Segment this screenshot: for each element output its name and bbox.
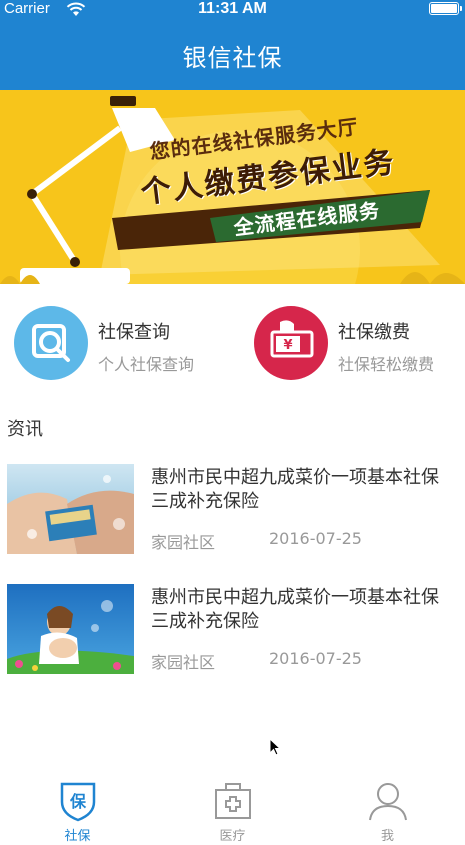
status-time: 11:31 AM [198, 0, 267, 17]
service-social-insurance-query[interactable]: 社保查询 个人社保查询 [14, 306, 229, 382]
tab-label: 我 [380, 829, 394, 844]
search-icon [14, 306, 88, 380]
news-thumbnail [7, 464, 134, 554]
status-bar: Carrier 11:31 AM [0, 0, 465, 20]
service-subtitle: 个人社保查询 [98, 355, 195, 374]
news-item[interactable]: 惠州市民中超九成菜价一项基本社保三成补充保险 家园社区 2016-07-25 [7, 464, 457, 556]
service-title: 社保查询 [98, 322, 170, 343]
news-item[interactable]: 惠州市民中超九成菜价一项基本社保三成补充保险 家园社区 2016-07-25 [7, 584, 457, 676]
mouse-cursor-icon [269, 738, 281, 756]
battery-icon [429, 2, 462, 15]
tab-social-insurance[interactable]: 保 社保 [0, 770, 155, 845]
news-title: 惠州市民中超九成菜价一项基本社保三成补充保险 [151, 587, 439, 632]
shield-icon-text: 保 [69, 792, 87, 811]
payment-icon: ¥ [254, 306, 328, 380]
promo-banner[interactable]: 您的在线社保服务大厅 个人缴费参保业务 全流程在线服务 [0, 90, 465, 284]
service-subtitle: 社保轻松缴费 [338, 355, 435, 374]
tab-me[interactable]: 我 [310, 770, 465, 845]
svg-text:¥: ¥ [283, 338, 292, 353]
tab-label: 社保 [64, 829, 91, 844]
news-date: 2016-07-25 [269, 529, 362, 548]
news-source: 家园社区 [151, 533, 216, 552]
news-thumbnail [7, 584, 134, 674]
user-icon [369, 783, 407, 821]
bottom-tab-bar: 保 社保 医疗 我 [0, 770, 465, 845]
service-title: 社保缴费 [338, 322, 410, 343]
page-title: 银信社保 [182, 44, 283, 72]
tab-medical[interactable]: 医疗 [155, 770, 310, 845]
top-bar: Carrier 11:31 AM 银信社保 [0, 0, 465, 90]
news-title: 惠州市民中超九成菜价一项基本社保三成补充保险 [151, 467, 439, 512]
news-date: 2016-07-25 [269, 649, 362, 668]
news-source: 家园社区 [151, 653, 216, 672]
medical-kit-icon [215, 783, 251, 819]
tab-label: 医疗 [219, 829, 246, 844]
service-social-insurance-payment[interactable]: ¥ 社保缴费 社保轻松缴费 [254, 306, 459, 382]
news-section-label: 资讯 [7, 419, 43, 440]
shield-icon: 保 [60, 782, 96, 822]
